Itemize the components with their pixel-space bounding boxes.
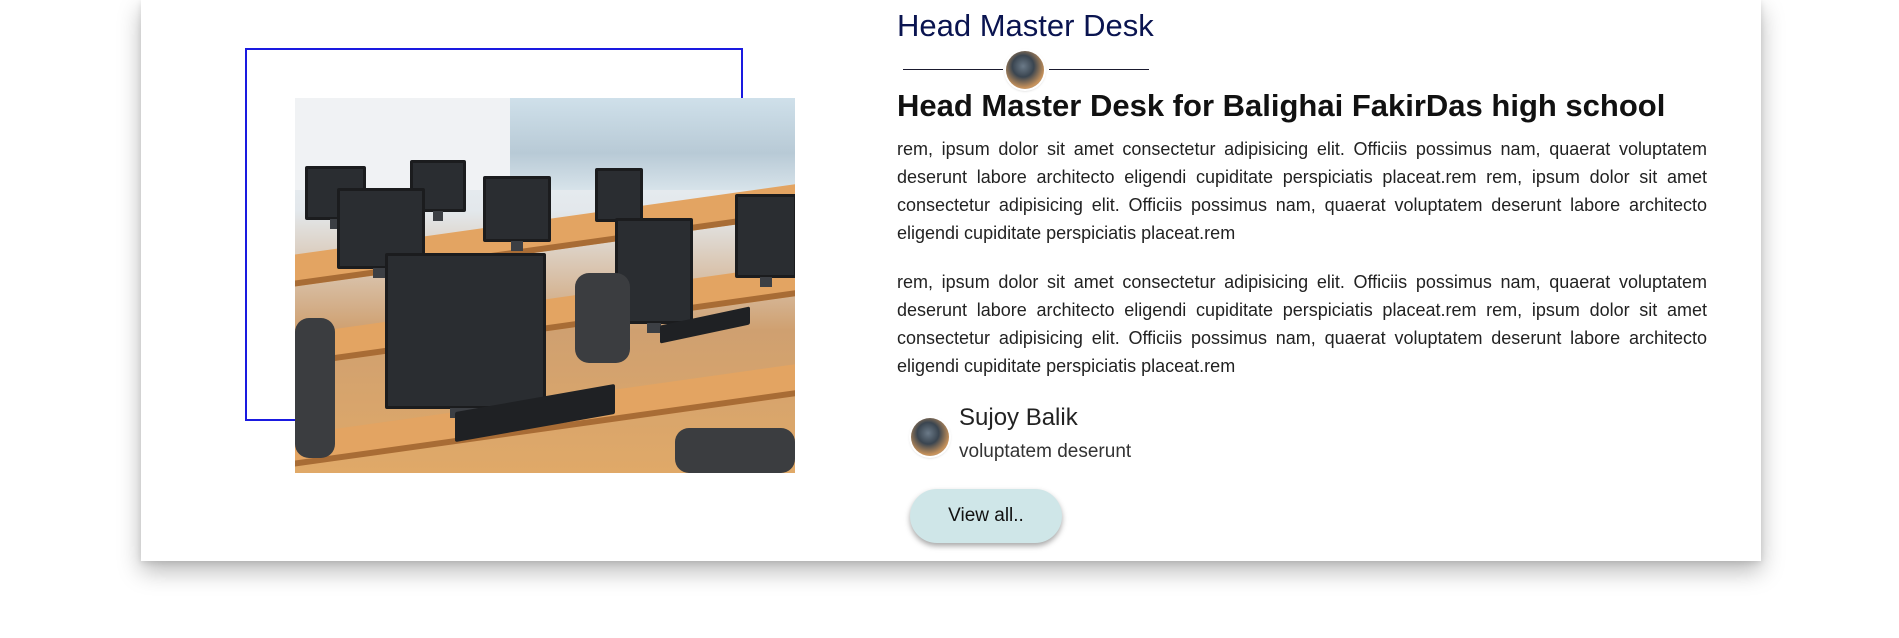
- author-avatar: [911, 418, 949, 456]
- author-role: voluptatem deserunt: [959, 441, 1132, 462]
- photo-chair: [675, 428, 795, 473]
- photo-monitor: [483, 176, 551, 251]
- view-all-button[interactable]: View all..: [910, 489, 1062, 543]
- divider-line-left: [903, 69, 1003, 70]
- computer-lab-photo: [295, 98, 795, 473]
- photo-window: [510, 98, 795, 190]
- photo-chair: [575, 273, 630, 363]
- photo-chair: [295, 318, 335, 458]
- section-title: Head Master Desk: [897, 8, 1154, 43]
- author-name: Sujoy Balik: [959, 404, 1078, 431]
- divider-avatar-icon: [1006, 51, 1044, 89]
- page-title: Head Master Desk for Balighai FakirDas h…: [897, 88, 1666, 123]
- intro-paragraph: rem, ipsum dolor sit amet consectetur ad…: [897, 139, 1707, 243]
- photo-monitor: [735, 194, 795, 287]
- photo-monitor: [385, 253, 546, 418]
- photo-monitor: [595, 168, 643, 231]
- intro-paragraph: rem, ipsum dolor sit amet consectetur ad…: [897, 272, 1707, 376]
- divider-line-right: [1049, 69, 1149, 70]
